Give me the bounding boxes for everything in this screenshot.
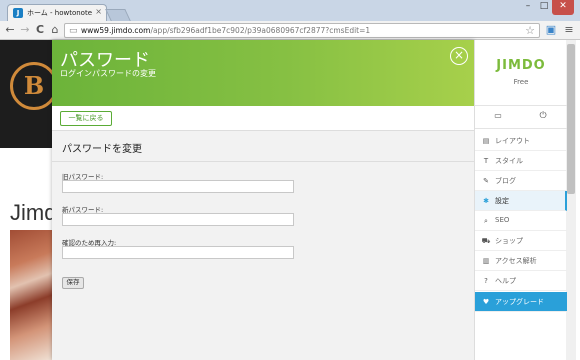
jimdo-sidebar: JIMDO Free ▭ ⏻ ▤ レイアウト T スタイル ✎ ブログ ✱ 設定… (474, 40, 567, 360)
window-controls: – □ ✕ (516, 0, 576, 15)
sidebar-item-style[interactable]: T スタイル (475, 151, 567, 171)
tab-title: ホーム - howtonote ページ (27, 9, 93, 17)
sidebar-item-label: アップグレード (495, 298, 544, 306)
layout-icon: ▤ (482, 137, 490, 145)
sidebar-item-blog[interactable]: ✎ ブログ (475, 171, 567, 191)
heart-icon: ♥ (482, 298, 490, 306)
site-header: B (0, 40, 60, 148)
sidebar-item-upgrade[interactable]: ♥ アップグレード (475, 292, 567, 312)
camera-extension-icon[interactable]: ▣ (544, 23, 558, 37)
sidebar-item-label: ブログ (495, 177, 516, 185)
jimdo-logo: JIMDO (496, 58, 546, 73)
sidebar-item-layout[interactable]: ▤ レイアウト (475, 131, 567, 151)
chart-icon: ▥ (482, 257, 490, 265)
sidebar-item-seo[interactable]: ⌕ SEO (475, 211, 567, 231)
sidebar-item-label: SEO (495, 216, 510, 224)
sidebar-item-label: レイアウト (495, 137, 530, 145)
old-password-input[interactable] (62, 180, 294, 193)
panel-subtitle: ログインパスワードの変更 (60, 69, 156, 78)
address-bar[interactable]: ▭ www59.jimdo.com/app/sfb296adf1be7c902/… (64, 23, 540, 38)
site-logo: B (10, 62, 58, 110)
password-settings-panel: パスワード ログインパスワードの変更 × 一覧に戻る パスワードを変更 旧パスワ… (52, 40, 474, 360)
url-path: /app/sfb296adf1be7c902/p39a0680967cf2877… (150, 26, 371, 35)
monitor-icon[interactable]: ▭ (493, 111, 503, 121)
close-icon[interactable]: × (450, 47, 468, 65)
maximize-button[interactable]: □ (536, 0, 552, 15)
forward-arrow-icon[interactable]: → (18, 23, 32, 37)
cart-icon: ⛟ (481, 237, 491, 245)
sidebar-item-help[interactable]: ? ヘルプ (475, 271, 567, 291)
tab-close-icon[interactable]: × (95, 7, 102, 16)
browser-tab[interactable]: J ホーム - howtonote ページ × (7, 4, 107, 21)
blog-icon: ✎ (483, 177, 489, 185)
back-arrow-icon[interactable]: ← (3, 23, 17, 37)
new-password-input[interactable] (62, 213, 294, 226)
new-tab-button[interactable] (105, 9, 131, 21)
divider (475, 128, 567, 129)
site-photo (10, 230, 54, 360)
sidebar-item-label: アクセス解析 (495, 257, 537, 265)
sidebar-item-shop[interactable]: ⛟ ショップ (475, 231, 567, 251)
panel-header: パスワード ログインパスワードの変更 × (52, 40, 474, 106)
sidebar-item-label: 設定 (495, 197, 509, 205)
minimize-button[interactable]: – (520, 0, 536, 15)
sidebar-item-settings[interactable]: ✱ 設定 (475, 191, 567, 211)
close-window-button[interactable]: ✕ (552, 0, 574, 15)
gear-icon: ✱ (483, 197, 489, 205)
url-text: www59.jimdo.com/app/sfb296adf1be7c902/p3… (81, 26, 370, 35)
scrollbar-thumb[interactable] (567, 44, 575, 194)
sidebar-item-label: ショップ (495, 237, 523, 245)
browser-toolbar: ← → C ⌂ ▭ www59.jimdo.com/app/sfb296adf1… (0, 21, 580, 40)
back-to-list-button[interactable]: 一覧に戻る (60, 111, 112, 126)
bookmark-star-icon[interactable]: ☆ (525, 24, 535, 37)
sidebar-item-label: スタイル (495, 157, 523, 165)
plan-label: Free (513, 78, 529, 86)
page-icon: ▭ (69, 26, 78, 36)
browser-tab-bar: J ホーム - howtonote ページ × – □ ✕ (0, 0, 580, 21)
power-icon[interactable]: ⏻ (538, 111, 548, 121)
text-style-icon: T (483, 157, 489, 165)
reload-icon[interactable]: C (33, 23, 47, 37)
search-icon: ⌕ (484, 217, 488, 225)
jimdo-favicon-icon: J (13, 8, 23, 18)
section-title: パスワードを変更 (62, 144, 142, 155)
home-icon[interactable]: ⌂ (48, 23, 62, 37)
divider (475, 105, 567, 106)
sidebar-item-analytics[interactable]: ▥ アクセス解析 (475, 251, 567, 271)
divider (52, 161, 474, 162)
url-host: www59.jimdo.com (81, 26, 151, 35)
sidebar-item-label: ヘルプ (495, 277, 516, 285)
help-icon: ? (484, 277, 488, 285)
save-button[interactable]: 保存 (62, 277, 84, 289)
confirm-password-input[interactable] (62, 246, 294, 259)
back-row: 一覧に戻る (52, 106, 474, 131)
browser-menu-icon[interactable]: ≡ (562, 23, 576, 37)
